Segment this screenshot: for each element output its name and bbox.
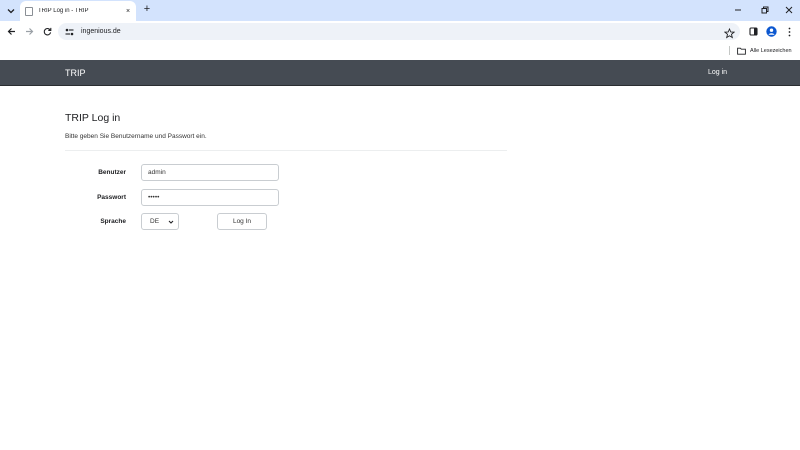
window-close-icon bbox=[785, 6, 793, 14]
back-arrow-icon bbox=[7, 28, 15, 35]
reload-button[interactable] bbox=[41, 25, 54, 38]
page-title: TRIP Log in bbox=[65, 112, 121, 124]
password-label: Passwort bbox=[97, 194, 126, 201]
login-button[interactable]: Log In bbox=[217, 213, 267, 230]
login-panel: TRIP Log in Bitte geben Sie Benutzername… bbox=[65, 112, 507, 151]
language-row: Sprache DE Log In bbox=[65, 213, 507, 231]
password-input[interactable]: ••••• bbox=[141, 189, 279, 206]
language-select[interactable]: DE bbox=[141, 213, 179, 230]
chevron-down-icon bbox=[168, 220, 174, 224]
site-settings-icon[interactable] bbox=[65, 27, 75, 37]
restore-button[interactable] bbox=[758, 3, 772, 17]
username-row: Benutzer admin bbox=[65, 164, 507, 182]
profile-button[interactable] bbox=[765, 25, 778, 38]
all-bookmarks-button[interactable]: Alle Lesezeichen bbox=[737, 45, 792, 56]
chevron-down-icon bbox=[7, 8, 14, 13]
restore-icon bbox=[761, 6, 769, 14]
page-icon bbox=[25, 6, 33, 16]
minimize-button[interactable] bbox=[731, 3, 745, 17]
reload-icon bbox=[43, 27, 52, 36]
address-bar[interactable]: ingenious.de bbox=[58, 23, 740, 40]
password-row: Passwort ••••• bbox=[65, 189, 507, 207]
all-bookmarks-label: Alle Lesezeichen bbox=[750, 47, 792, 54]
browser-tab-active[interactable]: TRIP Log in - TRIP × bbox=[20, 1, 136, 21]
browser-menu-button[interactable] bbox=[783, 25, 796, 38]
url-text[interactable]: ingenious.de bbox=[81, 28, 121, 35]
brand-link[interactable]: TRIP bbox=[65, 68, 86, 78]
profile-icon bbox=[766, 26, 777, 37]
back-button[interactable] bbox=[5, 25, 18, 38]
side-panel-icon bbox=[749, 27, 758, 36]
tab-search-button[interactable] bbox=[3, 3, 18, 18]
folder-icon bbox=[737, 47, 746, 55]
browser-toolbar: ingenious.de bbox=[0, 21, 800, 42]
username-label: Benutzer bbox=[98, 169, 126, 176]
nav-login-link[interactable]: Log in bbox=[708, 69, 727, 76]
language-value: DE bbox=[150, 218, 160, 225]
page-subtitle: Bitte geben Sie Benutzername und Passwor… bbox=[65, 133, 207, 140]
window-close-button[interactable] bbox=[782, 3, 796, 17]
tab-strip: TRIP Log in - TRIP × + bbox=[0, 0, 800, 21]
star-icon[interactable] bbox=[723, 26, 736, 39]
tab-title: TRIP Log in - TRIP bbox=[38, 8, 89, 14]
side-panel-button[interactable] bbox=[747, 25, 760, 38]
language-label: Sprache bbox=[100, 218, 126, 225]
bookmarks-bar: Alle Lesezeichen bbox=[0, 42, 800, 59]
forward-button[interactable] bbox=[23, 25, 36, 38]
app-navbar: TRIP Log in bbox=[0, 60, 800, 86]
divider bbox=[65, 150, 507, 151]
kebab-menu-icon bbox=[788, 27, 791, 36]
new-tab-button[interactable]: + bbox=[140, 3, 154, 17]
minimize-icon bbox=[735, 9, 741, 11]
bookmarks-separator bbox=[729, 46, 730, 55]
forward-arrow-icon bbox=[26, 28, 34, 35]
close-icon[interactable]: × bbox=[124, 8, 132, 15]
username-input[interactable]: admin bbox=[141, 164, 279, 181]
